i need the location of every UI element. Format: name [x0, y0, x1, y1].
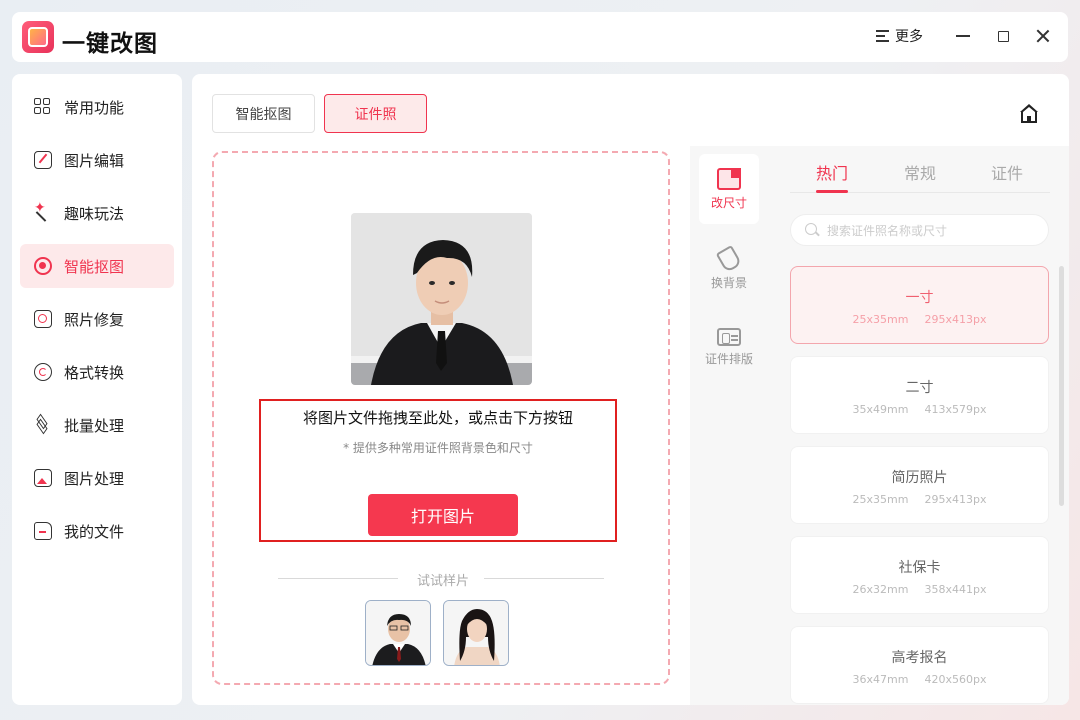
edit-icon	[34, 151, 52, 169]
size-card[interactable]: 简历照片 25x35mm 295x413px	[790, 446, 1049, 524]
main-panel: 智能抠图 证件照 将图片文件拖拽至此处，或点击下方按钮 * 提供多种常用证件照背…	[192, 74, 1069, 705]
sidebar-item-label: 格式转换	[64, 363, 125, 382]
more-button[interactable]: 更多	[876, 26, 923, 46]
size-card[interactable]: 二寸 35x49mm 413x579px	[790, 356, 1049, 434]
size-spec: 36x47mm 420x560px	[852, 673, 987, 686]
minimize-icon	[956, 35, 970, 37]
size-name: 简历照片	[891, 470, 948, 486]
open-image-button[interactable]: 打开图片	[368, 494, 518, 536]
title-bar: 一键改图 更多	[12, 12, 1068, 62]
sidebar-item-common[interactable]: 常用功能	[20, 85, 174, 129]
options-panel: 改尺寸 换背景 证件排版 热门 常规 证件 搜索证件照名称或尺寸 一寸 25x3…	[690, 146, 1069, 705]
sidebar-item-label: 批量处理	[64, 416, 125, 435]
tool-label: 换背景	[710, 276, 747, 290]
drop-instructions-box: 将图片文件拖拽至此处，或点击下方按钮 * 提供多种常用证件照背景色和尺寸 打开图…	[259, 399, 617, 542]
sidebar-item-label: 我的文件	[64, 522, 125, 541]
tab-underline	[816, 190, 848, 193]
sample-label: 试试样片	[416, 574, 469, 589]
sidebar-item-convert[interactable]: 格式转换	[20, 350, 174, 394]
size-card[interactable]: 社保卡 26x32mm 358x441px	[790, 536, 1049, 614]
size-card[interactable]: 一寸 25x35mm 295x413px	[790, 266, 1049, 344]
sidebar-item-repair[interactable]: 照片修复	[20, 297, 174, 341]
sidebar-item-label: 常用功能	[64, 98, 125, 117]
menu-icon	[876, 30, 889, 42]
grid-icon	[34, 98, 52, 116]
sample-photo-male[interactable]	[365, 600, 431, 666]
more-label: 更多	[895, 29, 923, 45]
size-name: 一寸	[905, 290, 934, 306]
image-icon	[34, 469, 52, 487]
sidebar-item-cutout[interactable]: 智能抠图	[20, 244, 174, 288]
size-spec: 25x35mm 295x413px	[852, 313, 987, 326]
sidebar-item-label: 智能抠图	[64, 257, 125, 276]
size-name: 二寸	[905, 380, 934, 396]
close-button[interactable]	[1032, 25, 1054, 47]
close-icon	[1036, 29, 1050, 43]
divider-left	[278, 578, 398, 579]
sidebar-item-label: 图片处理	[64, 469, 125, 488]
magic-wand-icon	[34, 200, 52, 222]
size-card[interactable]: 高考报名 36x47mm 420x560px	[790, 626, 1049, 704]
tool-background[interactable]: 换背景	[699, 234, 759, 304]
sidebar-item-label: 图片编辑	[64, 151, 125, 170]
sidebar: 常用功能 图片编辑 趣味玩法 智能抠图 照片修复 格式转换 批量处理 图片处理 …	[12, 74, 182, 705]
maximize-button[interactable]	[992, 25, 1014, 47]
sidebar-item-label: 趣味玩法	[64, 204, 125, 223]
search-placeholder: 搜索证件照名称或尺寸	[827, 223, 948, 238]
drop-zone[interactable]: 将图片文件拖拽至此处，或点击下方按钮 * 提供多种常用证件照背景色和尺寸 打开图…	[212, 151, 670, 685]
file-icon	[34, 522, 52, 540]
drop-subtitle: * 提供多种常用证件照背景色和尺寸	[343, 441, 533, 455]
layers-icon	[34, 413, 52, 435]
preview-photo	[351, 213, 532, 385]
app-logo-icon	[22, 21, 54, 53]
size-name: 高考报名	[891, 650, 948, 666]
sidebar-item-fun[interactable]: 趣味玩法	[20, 191, 174, 235]
tab-hot[interactable]: 热门	[802, 160, 862, 184]
sidebar-item-batch[interactable]: 批量处理	[20, 403, 174, 447]
tool-label: 证件排版	[704, 352, 753, 366]
tab-certificate[interactable]: 证件	[977, 160, 1037, 184]
tab-id-photo[interactable]: 证件照	[324, 94, 427, 133]
tool-resize[interactable]: 改尺寸	[699, 154, 759, 224]
cutout-icon	[34, 257, 52, 275]
size-spec: 25x35mm 295x413px	[852, 493, 987, 506]
drop-title: 将图片文件拖拽至此处，或点击下方按钮	[302, 409, 573, 427]
tab-smart-cutout[interactable]: 智能抠图	[212, 94, 315, 133]
sidebar-item-my-files[interactable]: 我的文件	[20, 509, 174, 553]
tool-label: 改尺寸	[710, 196, 747, 210]
search-input[interactable]: 搜索证件照名称或尺寸	[790, 214, 1049, 246]
resize-icon	[717, 168, 741, 190]
maximize-icon	[997, 30, 1009, 42]
size-spec: 26x32mm 358x441px	[852, 583, 987, 596]
search-icon	[805, 223, 819, 237]
tool-layout[interactable]: 证件排版	[699, 314, 759, 384]
convert-icon	[34, 363, 52, 381]
app-title: 一键改图	[62, 31, 158, 57]
tab-regular[interactable]: 常规	[890, 160, 950, 184]
sample-photo-female[interactable]	[443, 600, 509, 666]
home-icon[interactable]	[1018, 104, 1040, 124]
portrait-image	[351, 213, 532, 385]
scrollbar[interactable]	[1059, 266, 1064, 506]
paint-bucket-icon	[715, 244, 743, 274]
sidebar-item-label: 照片修复	[64, 310, 125, 329]
minimize-button[interactable]	[952, 25, 974, 47]
sidebar-item-image-process[interactable]: 图片处理	[20, 456, 174, 500]
divider-right	[484, 578, 604, 579]
size-spec: 35x49mm 413x579px	[852, 403, 987, 416]
id-card-icon	[717, 328, 741, 346]
sidebar-item-edit[interactable]: 图片编辑	[20, 138, 174, 182]
size-name: 社保卡	[898, 560, 941, 576]
repair-icon	[34, 310, 52, 328]
